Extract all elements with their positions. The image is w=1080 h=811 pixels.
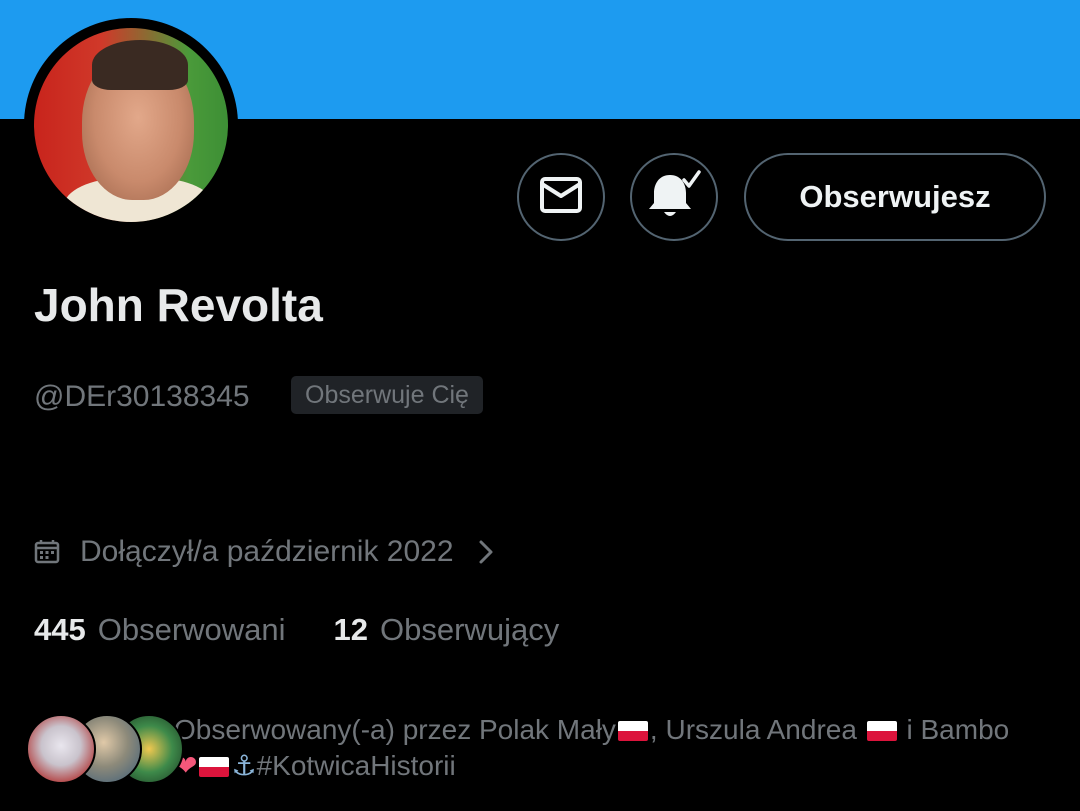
follow-stats: 445 Obserwowani 12 Obserwujący xyxy=(34,612,559,648)
poland-flag-icon xyxy=(617,721,648,741)
anchor-icon: ⚓ xyxy=(231,750,257,781)
follows-you-badge: Obserwuje Cię xyxy=(291,376,483,414)
follower-name: Polak Mały xyxy=(478,714,616,745)
notifications-button[interactable] xyxy=(630,153,718,241)
joined-date[interactable]: Dołączył/a październik 2022 xyxy=(34,532,494,572)
followers-label: Obserwujący xyxy=(380,612,560,647)
bell-check-icon xyxy=(646,169,702,226)
followed-by-text: Obserwowany(-a) przez Polak Mały, Urszul… xyxy=(174,712,1054,784)
following-count: 445 xyxy=(34,612,86,647)
following-button[interactable]: Obserwujesz xyxy=(744,153,1046,241)
calendar-icon xyxy=(34,539,60,565)
follower-name: Urszula Andrea xyxy=(665,714,857,745)
followers-count: 12 xyxy=(333,612,369,647)
separator: , xyxy=(649,714,658,745)
profile-avatar[interactable] xyxy=(24,18,238,232)
joined-text: Dołączył/a październik 2022 xyxy=(80,535,454,568)
following-label: Obserwowani xyxy=(97,612,286,647)
follower-hashtag: #KotwicaHistorii xyxy=(256,750,456,781)
poland-flag-icon xyxy=(199,757,230,777)
avatar xyxy=(26,714,96,784)
avatar-photo xyxy=(34,28,228,222)
followed-by-row[interactable]: Obserwowany(-a) przez Polak Mały, Urszul… xyxy=(26,712,1056,792)
poland-flag-icon xyxy=(866,721,897,741)
followed-by-avatars xyxy=(26,714,184,786)
conjunction: i xyxy=(906,714,913,745)
following-link[interactable]: 445 Obserwowani xyxy=(34,612,286,648)
followed-by-prefix: Obserwowany(-a) przez xyxy=(174,714,472,745)
followers-link[interactable]: 12 Obserwujący xyxy=(334,612,560,648)
message-button[interactable] xyxy=(517,153,605,241)
profile-handle: @DEr30138345 xyxy=(34,380,250,413)
follower-name: Bambo xyxy=(920,714,1010,745)
mail-icon xyxy=(538,175,584,220)
profile-name: John Revolta xyxy=(34,279,323,331)
chevron-right-icon xyxy=(478,539,494,565)
